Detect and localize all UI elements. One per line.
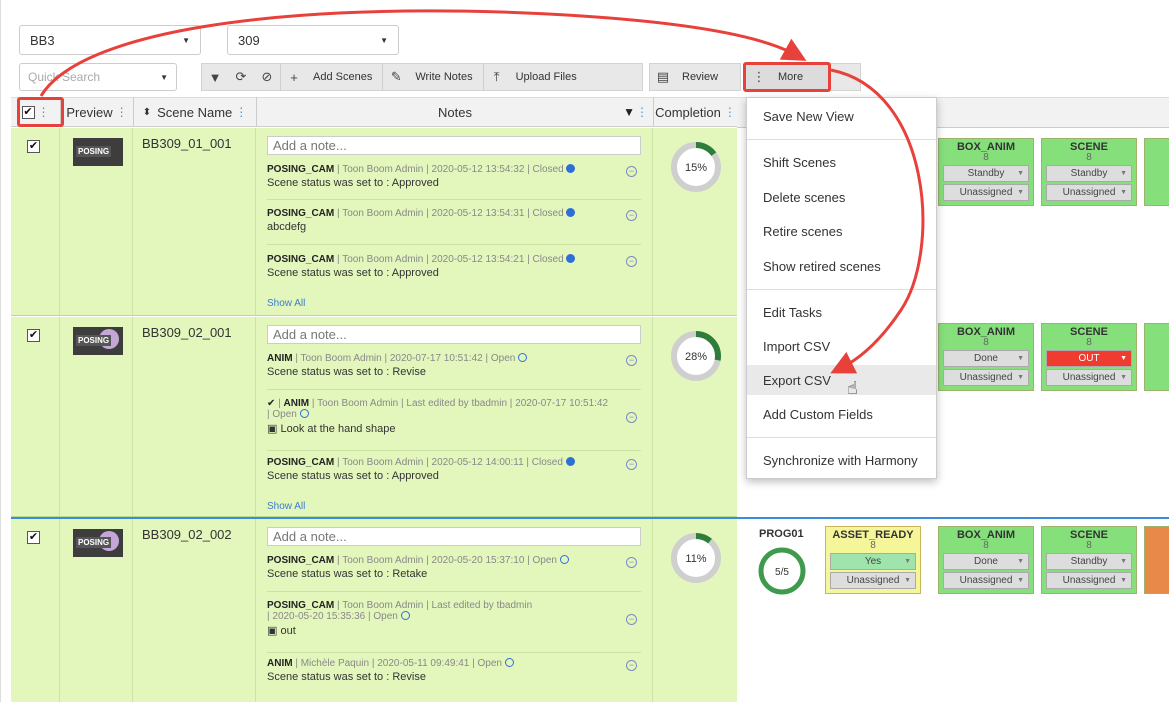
app-window: BB3 ▼ 309 ▼ Quick Search ▼ ▼ ⟳ ⊘ + Add S…	[0, 0, 1169, 702]
annotation-arrows	[39, 9, 925, 374]
